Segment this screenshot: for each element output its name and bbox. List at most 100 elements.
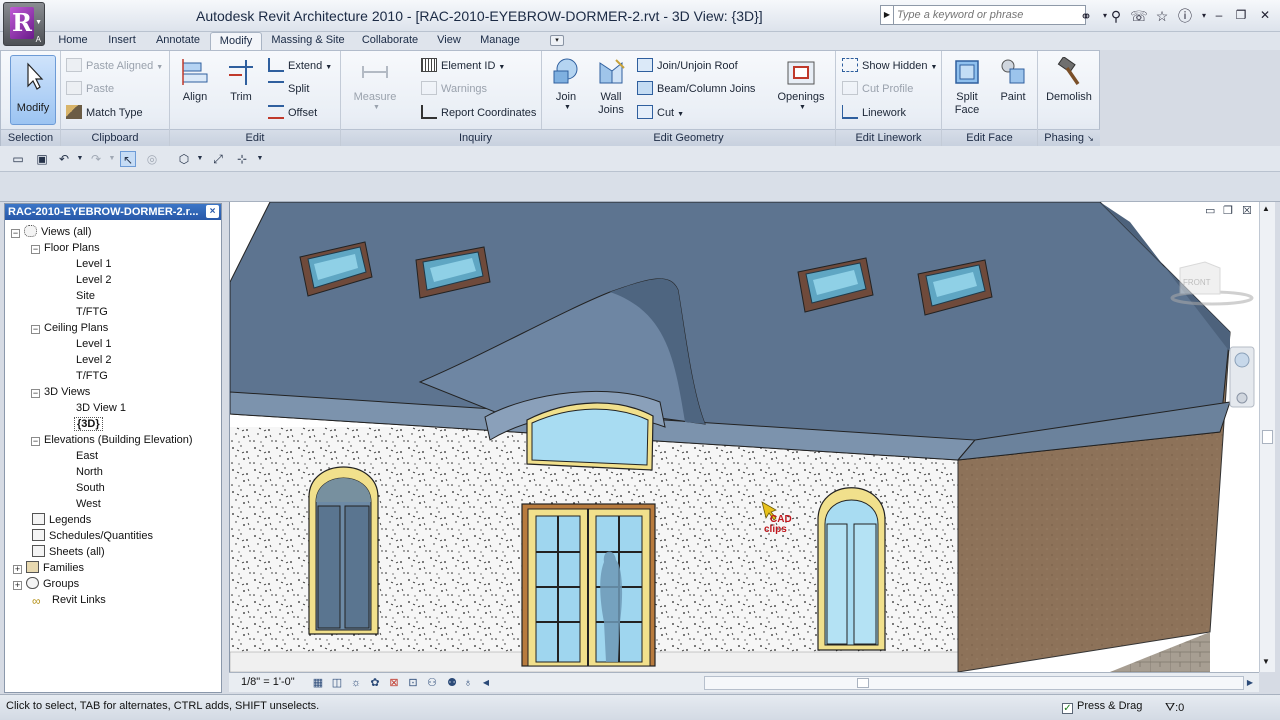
- wall-joins-button[interactable]: Wall Joins: [594, 57, 628, 117]
- tab-massing-site[interactable]: Massing & Site: [264, 32, 352, 50]
- redo-dropdown-icon[interactable]: ▼: [104, 151, 120, 167]
- tree-node-views-all[interactable]: − Views (all): [11, 224, 92, 240]
- zoom-icon[interactable]: [1236, 392, 1248, 404]
- model-graphics-style-icon[interactable]: ◫: [330, 676, 344, 690]
- tree-node-elevations[interactable]: − Elevations (Building Elevation): [31, 432, 193, 448]
- tree-node-3d-views[interactable]: −3D Views: [31, 384, 90, 400]
- crop-region-icon[interactable]: ⊡: [406, 676, 420, 690]
- qat-customize-icon[interactable]: ▼: [252, 151, 268, 167]
- collapse-icon[interactable]: −: [31, 437, 40, 446]
- 3d-view-dropdown-icon[interactable]: ▼: [192, 151, 208, 167]
- reveal-hidden-icon[interactable]: ⚉: [445, 676, 459, 690]
- temporary-hide-icon[interactable]: ⚇: [425, 676, 439, 690]
- show-hidden-button[interactable]: Show Hidden ▼: [842, 57, 937, 75]
- search-input[interactable]: [894, 5, 1086, 25]
- redo-icon[interactable]: ↷: [88, 151, 104, 167]
- tab-modify[interactable]: Modify: [210, 32, 262, 50]
- selection-panel-label[interactable]: Selection: [1, 129, 60, 147]
- phasing-panel-label[interactable]: Phasing ↘: [1038, 129, 1100, 147]
- close-icon[interactable]: ×: [206, 205, 219, 218]
- tab-view[interactable]: View: [430, 32, 468, 50]
- tab-home[interactable]: Home: [50, 32, 96, 50]
- cut-profile-button[interactable]: Cut Profile: [842, 80, 913, 98]
- collapse-icon[interactable]: −: [31, 325, 40, 334]
- collapse-icon[interactable]: −: [11, 229, 20, 238]
- detail-level-icon[interactable]: ▦: [311, 676, 325, 690]
- view-scale[interactable]: 1/8" = 1'-0": [241, 676, 295, 688]
- tree-item-east[interactable]: East: [76, 448, 98, 464]
- measure-button[interactable]: Measure ▼: [351, 57, 399, 111]
- show-rendering-icon[interactable]: ✿: [368, 676, 382, 690]
- binoculars-icon[interactable]: ⚭: [1076, 6, 1096, 26]
- application-menu-button[interactable]: R A ▼: [3, 2, 45, 46]
- cut-button[interactable]: Cut ▼: [637, 104, 684, 122]
- favorites-star-icon[interactable]: ☆: [1152, 6, 1172, 26]
- demolish-button[interactable]: Demolish: [1044, 57, 1094, 104]
- element-id-button[interactable]: Element ID ▼: [421, 57, 505, 75]
- horizontal-scrollbar[interactable]: [704, 676, 1244, 690]
- tree-item-ceiling-level-1[interactable]: Level 1: [76, 336, 111, 352]
- tree-item-3d-current[interactable]: {3D}: [74, 416, 103, 432]
- dimension-icon[interactable]: ⤢: [210, 151, 226, 167]
- undo-dropdown-icon[interactable]: ▼: [72, 151, 88, 167]
- paste-button[interactable]: Paste: [66, 80, 114, 98]
- offset-button[interactable]: Offset: [268, 104, 317, 122]
- join-unjoin-roof-button[interactable]: Join/Unjoin Roof: [637, 57, 738, 75]
- 3d-viewport[interactable]: CAD clips FRONT: [229, 202, 1259, 672]
- tree-item-north[interactable]: North: [76, 464, 103, 480]
- scroll-left-icon[interactable]: ◀: [479, 676, 493, 690]
- expand-icon[interactable]: +: [13, 565, 22, 574]
- tree-item-ceiling-level-2[interactable]: Level 2: [76, 352, 111, 368]
- tree-item-3d-view-1[interactable]: 3D View 1: [76, 400, 126, 416]
- tree-node-families[interactable]: + Families: [13, 560, 84, 576]
- extend-button[interactable]: Extend ▼: [268, 57, 332, 75]
- restore-icon[interactable]: ❐: [1232, 6, 1250, 24]
- tree-node-legends[interactable]: Legends: [32, 512, 91, 528]
- expand-icon[interactable]: +: [13, 581, 22, 590]
- tag-icon[interactable]: ⊹: [234, 151, 250, 167]
- split-face-button[interactable]: Split Face: [950, 57, 984, 117]
- warnings-button[interactable]: Warnings: [421, 80, 487, 98]
- horizontal-scroll-thumb[interactable]: [857, 678, 869, 688]
- open-folder-icon[interactable]: ▭: [10, 151, 26, 167]
- tab-collaborate[interactable]: Collaborate: [356, 32, 424, 50]
- collapse-icon[interactable]: −: [31, 245, 40, 254]
- tree-item-ceiling-tftg[interactable]: T/FTG: [76, 368, 108, 384]
- filter-selection[interactable]: ⛛:0: [1165, 700, 1184, 715]
- shadows-icon[interactable]: ☼: [349, 676, 363, 690]
- paste-aligned-button[interactable]: Paste Aligned ▼: [66, 57, 163, 75]
- tree-item-floor-level-1[interactable]: Level 1: [76, 256, 111, 272]
- join-button[interactable]: Join ▼: [550, 57, 582, 111]
- 3d-view-icon[interactable]: ⬡: [176, 151, 192, 167]
- collapse-icon[interactable]: −: [31, 389, 40, 398]
- undo-icon[interactable]: ↶: [56, 151, 72, 167]
- tree-node-floor-plans[interactable]: − Floor Plans: [31, 240, 100, 256]
- paint-button[interactable]: Paint: [996, 57, 1030, 104]
- select-arrow-icon[interactable]: ↖: [120, 151, 136, 167]
- navigation-bar[interactable]: [1229, 346, 1255, 408]
- communication-icon[interactable]: ☏: [1129, 6, 1149, 26]
- tree-node-ceiling-plans[interactable]: − Ceiling Plans: [31, 320, 108, 336]
- scroll-up-icon[interactable]: ▲: [1262, 204, 1270, 213]
- close-icon[interactable]: ☒: [1242, 204, 1252, 217]
- restore-icon[interactable]: ❐: [1223, 204, 1233, 217]
- trim-button[interactable]: Trim: [226, 57, 256, 104]
- beam-column-joins-button[interactable]: Beam/Column Joins: [637, 80, 755, 98]
- match-type-button[interactable]: Match Type: [66, 104, 143, 122]
- tab-insert[interactable]: Insert: [98, 32, 146, 50]
- tree-node-revit-links[interactable]: ∞ Revit Links: [32, 592, 106, 608]
- tree-node-sheets[interactable]: Sheets (all): [32, 544, 105, 560]
- crop-view-icon[interactable]: ⊠: [387, 676, 401, 690]
- scroll-right-icon[interactable]: ▶: [1243, 676, 1257, 690]
- report-coordinates-button[interactable]: Report Coordinates: [421, 104, 536, 122]
- vertical-scrollbar[interactable]: ▲ ▼: [1259, 202, 1275, 672]
- sync-icon[interactable]: ◎: [144, 151, 160, 167]
- search-expand-icon[interactable]: ▶: [880, 5, 894, 25]
- tree-item-floor-tftg[interactable]: T/FTG: [76, 304, 108, 320]
- split-button[interactable]: Split: [268, 80, 309, 98]
- steering-wheel-icon[interactable]: [1234, 352, 1250, 368]
- save-icon[interactable]: ▣: [34, 151, 50, 167]
- tree-item-floor-level-2[interactable]: Level 2: [76, 272, 111, 288]
- minimize-icon[interactable]: –: [1210, 6, 1228, 24]
- help-icon[interactable]: ⓘ: [1175, 6, 1195, 26]
